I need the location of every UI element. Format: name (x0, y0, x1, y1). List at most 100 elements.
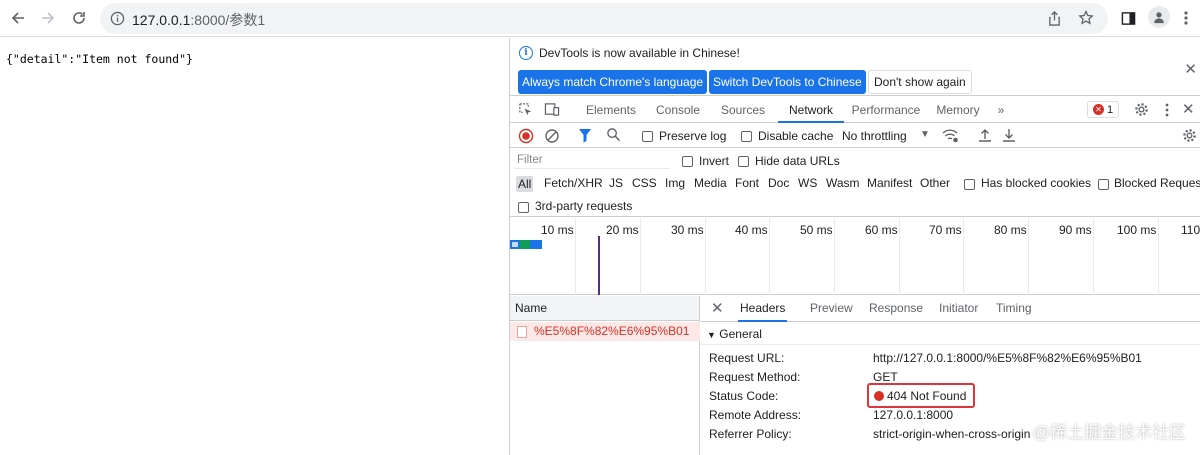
blocked-requests-checkbox[interactable] (1098, 177, 1109, 191)
type-filter-ws[interactable]: WS (798, 176, 817, 190)
third-party-label: 3rd-party requests (535, 199, 633, 213)
throttling-select[interactable]: No throttling (842, 129, 907, 143)
dom-content-loaded-marker (598, 236, 600, 295)
header-value: http://127.0.0.1:8000/%E5%8F%82%E6%95%B0… (873, 351, 1142, 365)
share-icon[interactable] (1044, 8, 1064, 28)
more-tabs-icon[interactable]: » (990, 97, 1012, 123)
switch-to-chinese-button[interactable]: Switch DevTools to Chinese (709, 70, 866, 94)
tab-elements[interactable]: Elements (576, 97, 646, 123)
bookmark-star-icon[interactable] (1076, 8, 1096, 28)
tab-timing[interactable]: Timing (996, 296, 1032, 322)
type-filter-img[interactable]: Img (665, 176, 685, 190)
type-filter-css[interactable]: CSS (632, 176, 657, 190)
timeline-gridline (963, 218, 964, 295)
type-filter-fetch-xhr[interactable]: Fetch/XHR (544, 176, 603, 190)
timeline-tick-label: 100 ms (1117, 223, 1157, 237)
address-bar[interactable]: 127.0.0.1:8000/参数1 (100, 3, 1108, 34)
page-viewport: {"detail":"Item not found"} (0, 38, 509, 455)
type-filter-all[interactable]: All (516, 176, 534, 192)
watermark: @稀土掘金技术社区 (1032, 423, 1186, 442)
request-timing-bar-segment (512, 242, 518, 247)
type-filter-doc[interactable]: Doc (768, 176, 789, 190)
devtools-panel: i DevTools is now available in Chinese! … (509, 38, 1200, 455)
tab-sources[interactable]: Sources (710, 97, 776, 123)
dont-show-again-button[interactable]: Don't show again (868, 70, 972, 94)
timeline-gridline (1028, 218, 1029, 295)
header-key: Request Method: (709, 370, 801, 384)
name-column-header[interactable]: Name (510, 296, 699, 321)
timeline-tick-label: 80 ms (994, 223, 1027, 237)
third-party-checkbox[interactable] (518, 200, 529, 214)
type-filter-other[interactable]: Other (920, 176, 950, 190)
collapse-triangle-icon: ▼ (707, 330, 716, 340)
type-filter-manifest[interactable]: Manifest (867, 176, 912, 190)
detail-tab-bar: ✕ Headers Preview Response Initiator Tim… (701, 296, 1200, 322)
general-section-header[interactable]: ▼ General (701, 323, 1200, 345)
browser-menu-icon[interactable] (1176, 8, 1196, 28)
network-settings-gear-icon[interactable] (1182, 128, 1197, 146)
type-filter-media[interactable]: Media (694, 176, 727, 190)
timeline-gridline (769, 218, 770, 295)
filter-funnel-icon[interactable] (578, 128, 592, 146)
import-har-icon[interactable] (978, 128, 992, 146)
has-blocked-cookies-checkbox[interactable] (964, 177, 975, 191)
tab-response[interactable]: Response (869, 296, 923, 322)
tab-initiator[interactable]: Initiator (939, 296, 978, 322)
devtools-menu-icon[interactable] (1165, 103, 1169, 120)
back-button[interactable] (6, 6, 30, 30)
export-har-icon[interactable] (1002, 128, 1016, 146)
error-count-badge[interactable]: ✕ 1 (1087, 101, 1119, 118)
forward-button[interactable] (36, 6, 60, 30)
timeline-gridline (705, 218, 706, 295)
settings-gear-icon[interactable] (1134, 102, 1149, 120)
side-panel-icon[interactable] (1118, 8, 1138, 28)
reload-button[interactable] (67, 6, 91, 30)
filter-input[interactable]: Filter (514, 151, 670, 169)
disable-cache-checkbox[interactable] (741, 129, 752, 143)
forward-arrow-icon (42, 12, 55, 24)
tab-preview[interactable]: Preview (810, 296, 853, 322)
inspect-element-icon[interactable] (518, 102, 533, 120)
close-detail-icon[interactable]: ✕ (711, 296, 724, 322)
hide-data-urls-label: Hide data URLs (755, 154, 840, 168)
tab-headers[interactable]: Headers (738, 296, 788, 322)
tab-console[interactable]: Console (648, 97, 708, 123)
profile-avatar-icon[interactable] (1148, 6, 1170, 28)
always-match-language-button[interactable]: Always match Chrome's language (518, 70, 708, 94)
site-info-icon[interactable] (110, 11, 125, 29)
timeline-tick-label: 40 ms (735, 223, 768, 237)
close-infobar-icon[interactable]: ✕ (1184, 60, 1197, 78)
disable-cache-label: Disable cache (758, 129, 834, 143)
tab-network[interactable]: Network (778, 97, 844, 123)
timeline-tick-label: 110 (1181, 223, 1200, 237)
infobar-message: DevTools is now available in Chinese! (539, 46, 740, 60)
request-row[interactable]: %E5%8F%82%E6%95%B01 (510, 322, 700, 341)
invert-checkbox[interactable] (682, 154, 693, 168)
devtools-tab-bar: Elements Console Sources Network Perform… (510, 97, 1200, 123)
timeline-tick-label: 20 ms (606, 223, 639, 237)
type-filter-js[interactable]: JS (609, 176, 623, 190)
hide-data-urls-checkbox[interactable] (738, 154, 749, 168)
document-icon (517, 326, 527, 338)
clear-icon[interactable] (544, 128, 560, 147)
tab-performance[interactable]: Performance (846, 97, 926, 123)
type-filter-wasm[interactable]: Wasm (826, 176, 860, 190)
close-devtools-icon[interactable]: ✕ (1182, 100, 1195, 118)
record-stop-icon[interactable] (518, 128, 534, 147)
header-value: GET (873, 370, 898, 384)
preserve-log-checkbox[interactable] (642, 129, 653, 143)
search-icon[interactable] (606, 127, 621, 145)
device-toolbar-icon[interactable] (544, 102, 560, 120)
header-key: Status Code: (709, 389, 779, 403)
tab-memory[interactable]: Memory (930, 97, 986, 123)
type-filter-font[interactable]: Font (735, 176, 759, 190)
error-icon: ✕ (1092, 104, 1104, 115)
timeline-gridline (899, 218, 900, 295)
network-conditions-icon[interactable] (942, 128, 959, 146)
timeline-tick-label: 60 ms (865, 223, 898, 237)
throttling-dropdown-icon[interactable]: ▼ (920, 129, 930, 140)
url-text: 127.0.0.1:8000/参数1 (132, 10, 265, 30)
network-toolbar: Preserve log Disable cache No throttling… (510, 124, 1200, 148)
network-timeline-overview[interactable]: 10 ms 20 ms 30 ms 40 ms 50 ms 60 ms 70 m… (510, 218, 1200, 295)
header-row-status-code: Status Code: 404 Not Found (701, 383, 1200, 408)
